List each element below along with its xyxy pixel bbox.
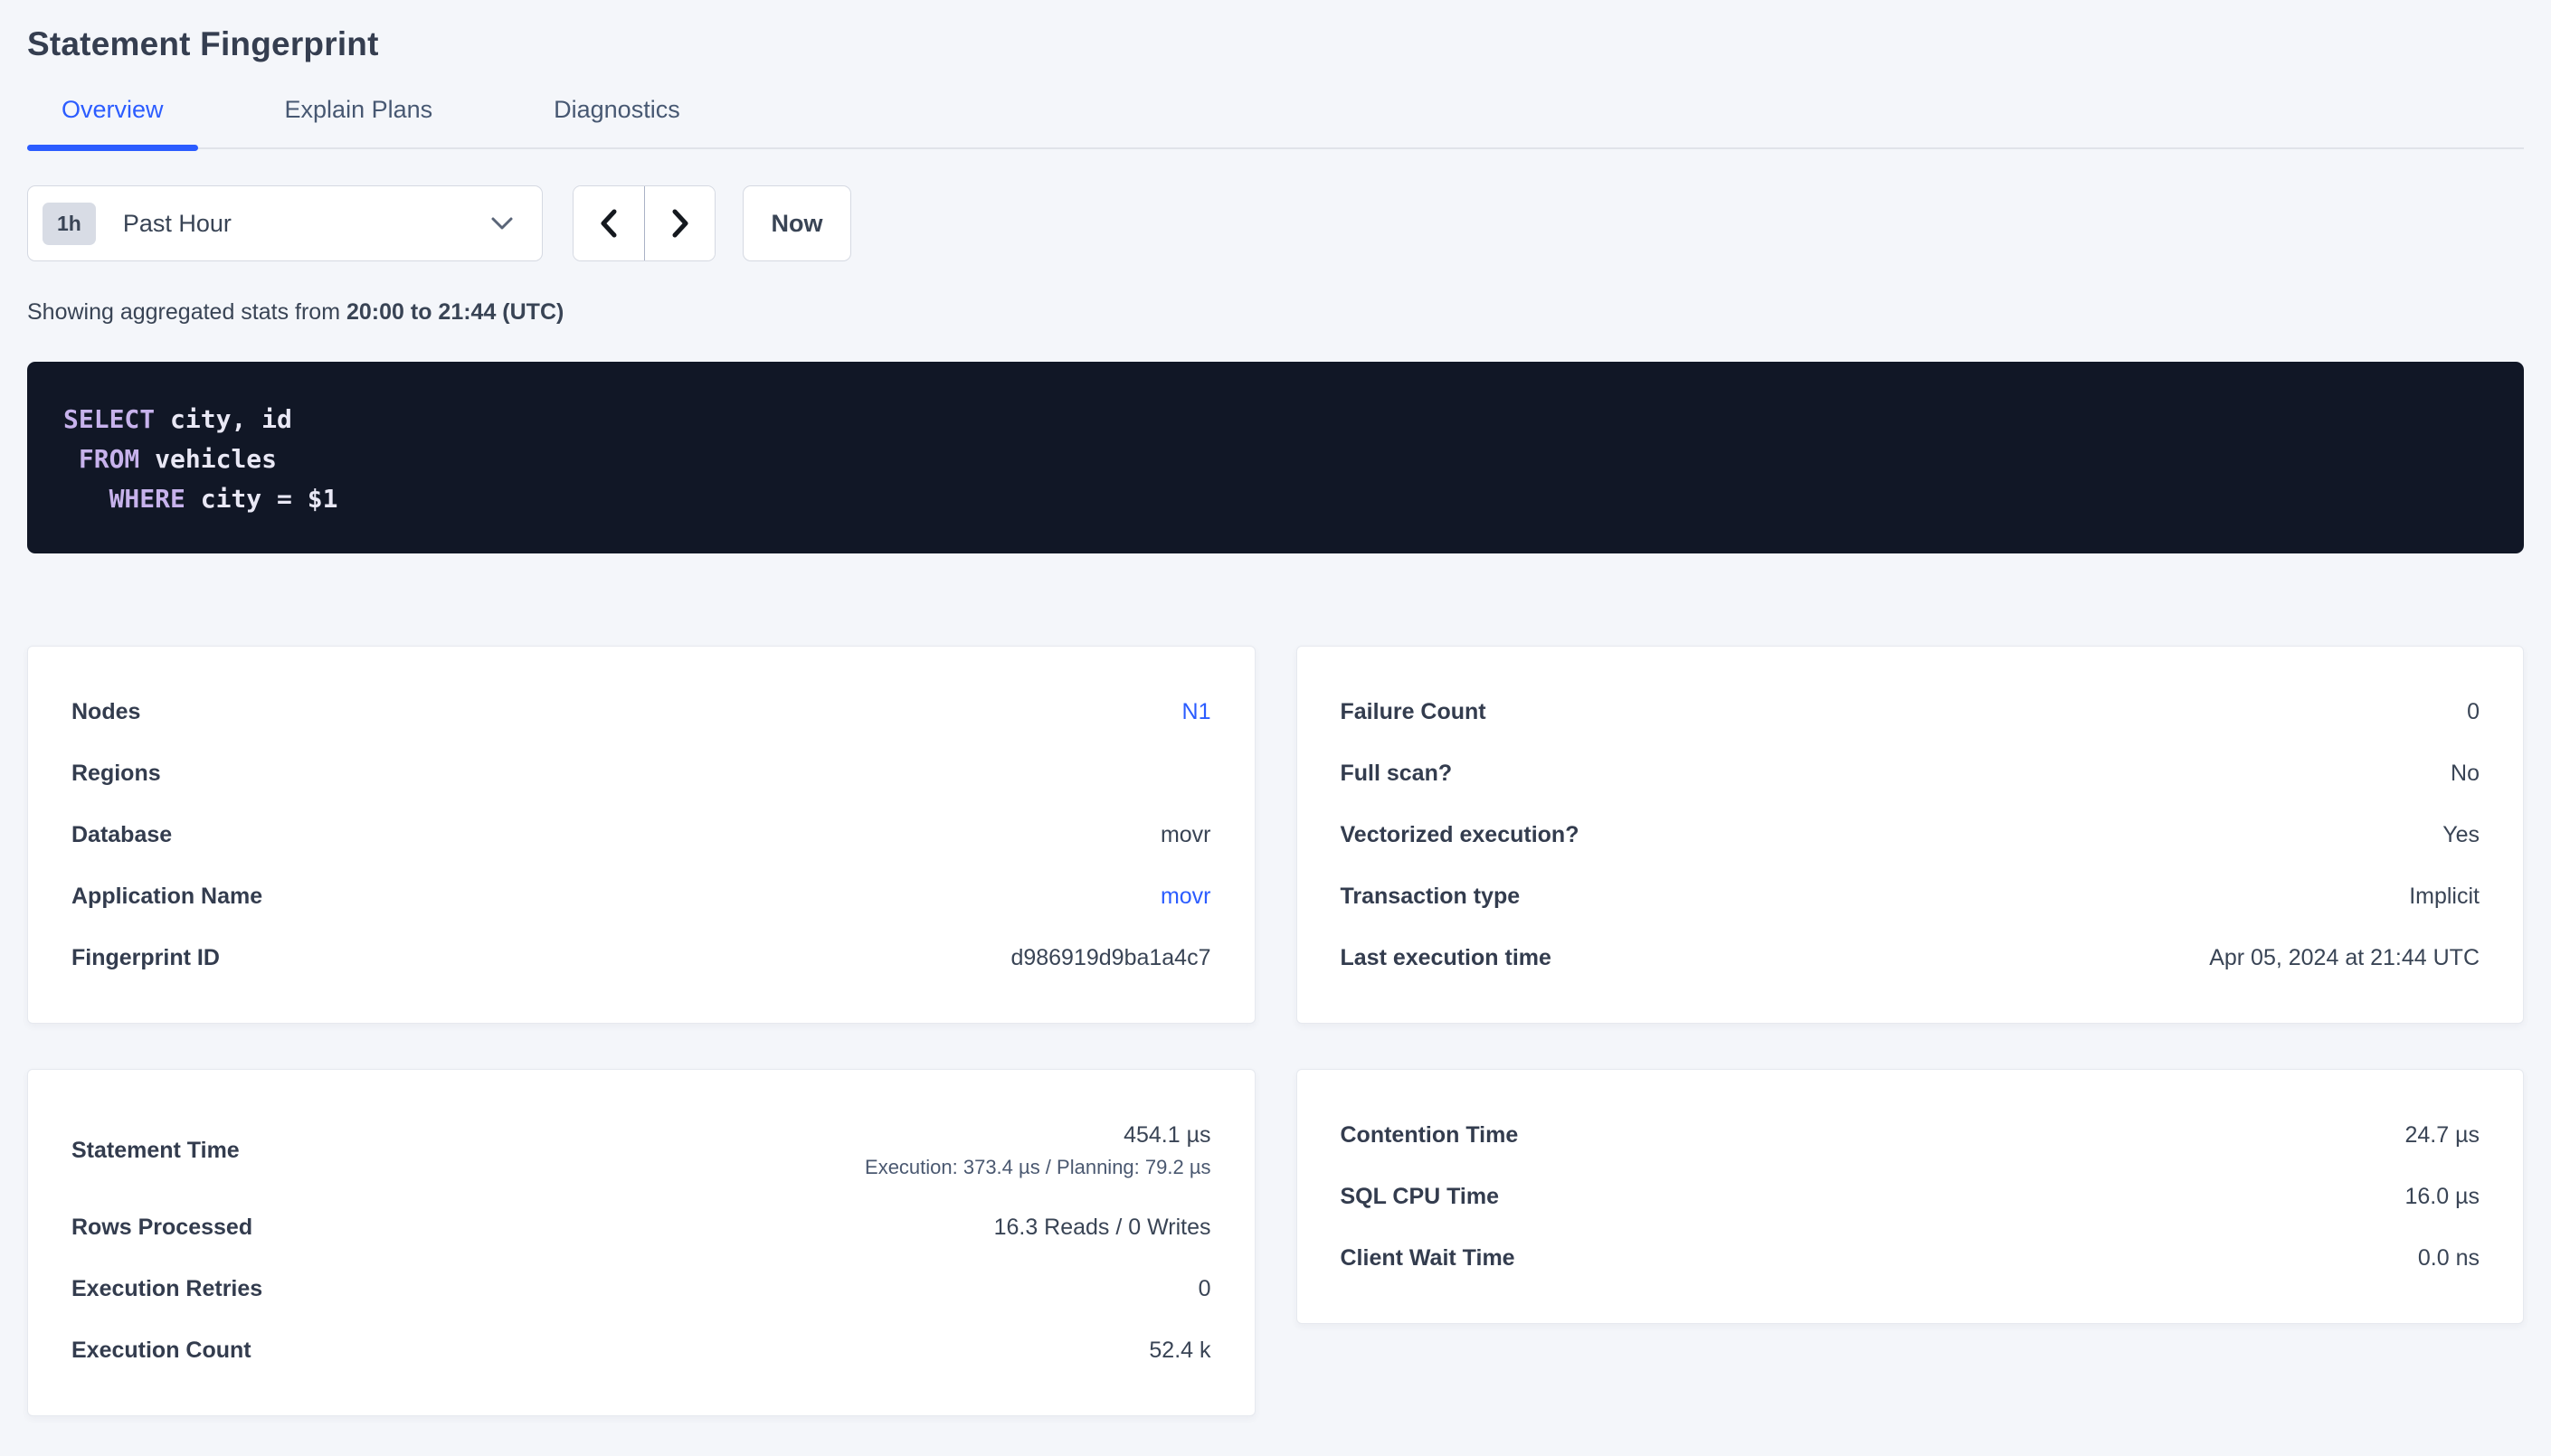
stats-prefix: Showing aggregated stats from bbox=[27, 299, 346, 325]
row-label: Nodes bbox=[71, 699, 140, 725]
time-controls: 1h Past Hour bbox=[27, 185, 2524, 261]
table-row: Rows Processed 16.3 Reads / 0 Writes bbox=[71, 1196, 1211, 1258]
statement-time-card: Statement Time 454.1 µs Execution: 373.4… bbox=[27, 1069, 1256, 1416]
row-value: 24.7 µs bbox=[2404, 1122, 2480, 1149]
row-label: Database bbox=[71, 822, 172, 848]
row-value: 16.0 µs bbox=[2404, 1184, 2480, 1210]
chevron-right-icon bbox=[669, 207, 692, 240]
row-label: Full scan? bbox=[1341, 761, 1453, 787]
tab-explain-plans[interactable]: Explain Plans bbox=[251, 96, 468, 147]
statement-time-values: 454.1 µs Execution: 373.4 µs / Planning:… bbox=[865, 1122, 1210, 1179]
row-subvalue: Execution: 373.4 µs / Planning: 79.2 µs bbox=[865, 1156, 1210, 1179]
table-row: Execution Count 52.4 k bbox=[71, 1319, 1211, 1381]
time-range-label: Past Hour bbox=[123, 210, 489, 238]
tab-bar: Overview Explain Plans Diagnostics bbox=[27, 96, 2524, 149]
row-value: 16.3 Reads / 0 Writes bbox=[994, 1215, 1211, 1241]
row-label: Statement Time bbox=[71, 1138, 240, 1164]
time-range-badge: 1h bbox=[43, 203, 96, 245]
sql-line: WHERE city = $1 bbox=[63, 484, 337, 514]
row-label: SQL CPU Time bbox=[1341, 1184, 1500, 1210]
row-label: Execution Count bbox=[71, 1338, 251, 1364]
table-row: Nodes N1 bbox=[71, 681, 1211, 742]
table-row: Last execution time Apr 05, 2024 at 21:4… bbox=[1341, 927, 2480, 988]
statement-details-card: Nodes N1 Regions Database movr Applicati… bbox=[27, 646, 1256, 1024]
table-row: Transaction type Implicit bbox=[1341, 865, 2480, 927]
row-label: Application Name bbox=[71, 884, 262, 910]
stats-range: 20:00 to 21:44 (UTC) bbox=[346, 299, 564, 325]
row-value: Yes bbox=[2442, 822, 2480, 848]
sql-line: FROM vehicles bbox=[63, 444, 277, 474]
row-label: Contention Time bbox=[1341, 1122, 1519, 1149]
table-row: Database movr bbox=[71, 804, 1211, 865]
next-time-button[interactable] bbox=[644, 186, 715, 260]
execution-attributes-card: Failure Count 0 Full scan? No Vectorized… bbox=[1296, 646, 2525, 1024]
row-value: 0.0 ns bbox=[2418, 1245, 2480, 1272]
row-value: No bbox=[2451, 761, 2480, 787]
page-title: Statement Fingerprint bbox=[27, 0, 2524, 63]
tab-diagnostics[interactable]: Diagnostics bbox=[519, 96, 715, 147]
table-row: Failure Count 0 bbox=[1341, 681, 2480, 742]
table-row: Statement Time 454.1 µs Execution: 373.4… bbox=[71, 1104, 1211, 1196]
sql-code: SELECT city, id FROM vehicles WHERE city… bbox=[63, 400, 2488, 519]
last-execution-time-value: Apr 05, 2024 at 21:44 UTC bbox=[2209, 945, 2480, 971]
aggregated-stats-line: Showing aggregated stats from 20:00 to 2… bbox=[27, 299, 2524, 326]
table-row: Full scan? No bbox=[1341, 742, 2480, 804]
statement-fingerprint-page: Statement Fingerprint Overview Explain P… bbox=[0, 0, 2551, 1416]
table-row: Vectorized execution? Yes bbox=[1341, 804, 2480, 865]
application-name-link[interactable]: movr bbox=[1161, 884, 1211, 910]
nodes-link[interactable]: N1 bbox=[1182, 699, 1211, 725]
row-value: 0 bbox=[2467, 699, 2480, 725]
previous-time-button[interactable] bbox=[574, 186, 644, 260]
row-label: Fingerprint ID bbox=[71, 945, 220, 971]
table-row: Fingerprint ID d986919d9ba1a4c7 bbox=[71, 927, 1211, 988]
row-value: 0 bbox=[1199, 1276, 1211, 1302]
row-label: Client Wait Time bbox=[1341, 1245, 1515, 1272]
tab-overview[interactable]: Overview bbox=[27, 96, 198, 147]
fingerprint-id-value: d986919d9ba1a4c7 bbox=[1010, 945, 1210, 971]
row-value: movr bbox=[1161, 822, 1211, 848]
row-label: Last execution time bbox=[1341, 945, 1551, 971]
table-row: Execution Retries 0 bbox=[71, 1258, 1211, 1319]
time-pager bbox=[573, 185, 716, 261]
table-row: Regions bbox=[71, 742, 1211, 804]
row-label: Regions bbox=[71, 761, 161, 787]
chevron-down-icon bbox=[489, 215, 515, 232]
row-label: Transaction type bbox=[1341, 884, 1521, 910]
row-label: Execution Retries bbox=[71, 1276, 262, 1302]
time-range-dropdown[interactable]: 1h Past Hour bbox=[27, 185, 543, 261]
row-value: Implicit bbox=[2409, 884, 2480, 910]
row-label: Vectorized execution? bbox=[1341, 822, 1579, 848]
table-row: SQL CPU Time 16.0 µs bbox=[1341, 1166, 2480, 1227]
row-label: Failure Count bbox=[1341, 699, 1486, 725]
sql-line: SELECT city, id bbox=[63, 404, 292, 434]
row-value: 454.1 µs bbox=[1124, 1122, 1210, 1149]
wait-time-card: Contention Time 24.7 µs SQL CPU Time 16.… bbox=[1296, 1069, 2525, 1324]
chevron-left-icon bbox=[597, 207, 621, 240]
sql-statement-box: SELECT city, id FROM vehicles WHERE city… bbox=[27, 362, 2524, 553]
stats-cards-grid: Nodes N1 Regions Database movr Applicati… bbox=[27, 646, 2524, 1416]
table-row: Client Wait Time 0.0 ns bbox=[1341, 1227, 2480, 1289]
table-row: Contention Time 24.7 µs bbox=[1341, 1104, 2480, 1166]
row-value: 52.4 k bbox=[1149, 1338, 1210, 1364]
row-label: Rows Processed bbox=[71, 1215, 252, 1241]
table-row: Application Name movr bbox=[71, 865, 1211, 927]
now-button[interactable]: Now bbox=[743, 185, 851, 261]
